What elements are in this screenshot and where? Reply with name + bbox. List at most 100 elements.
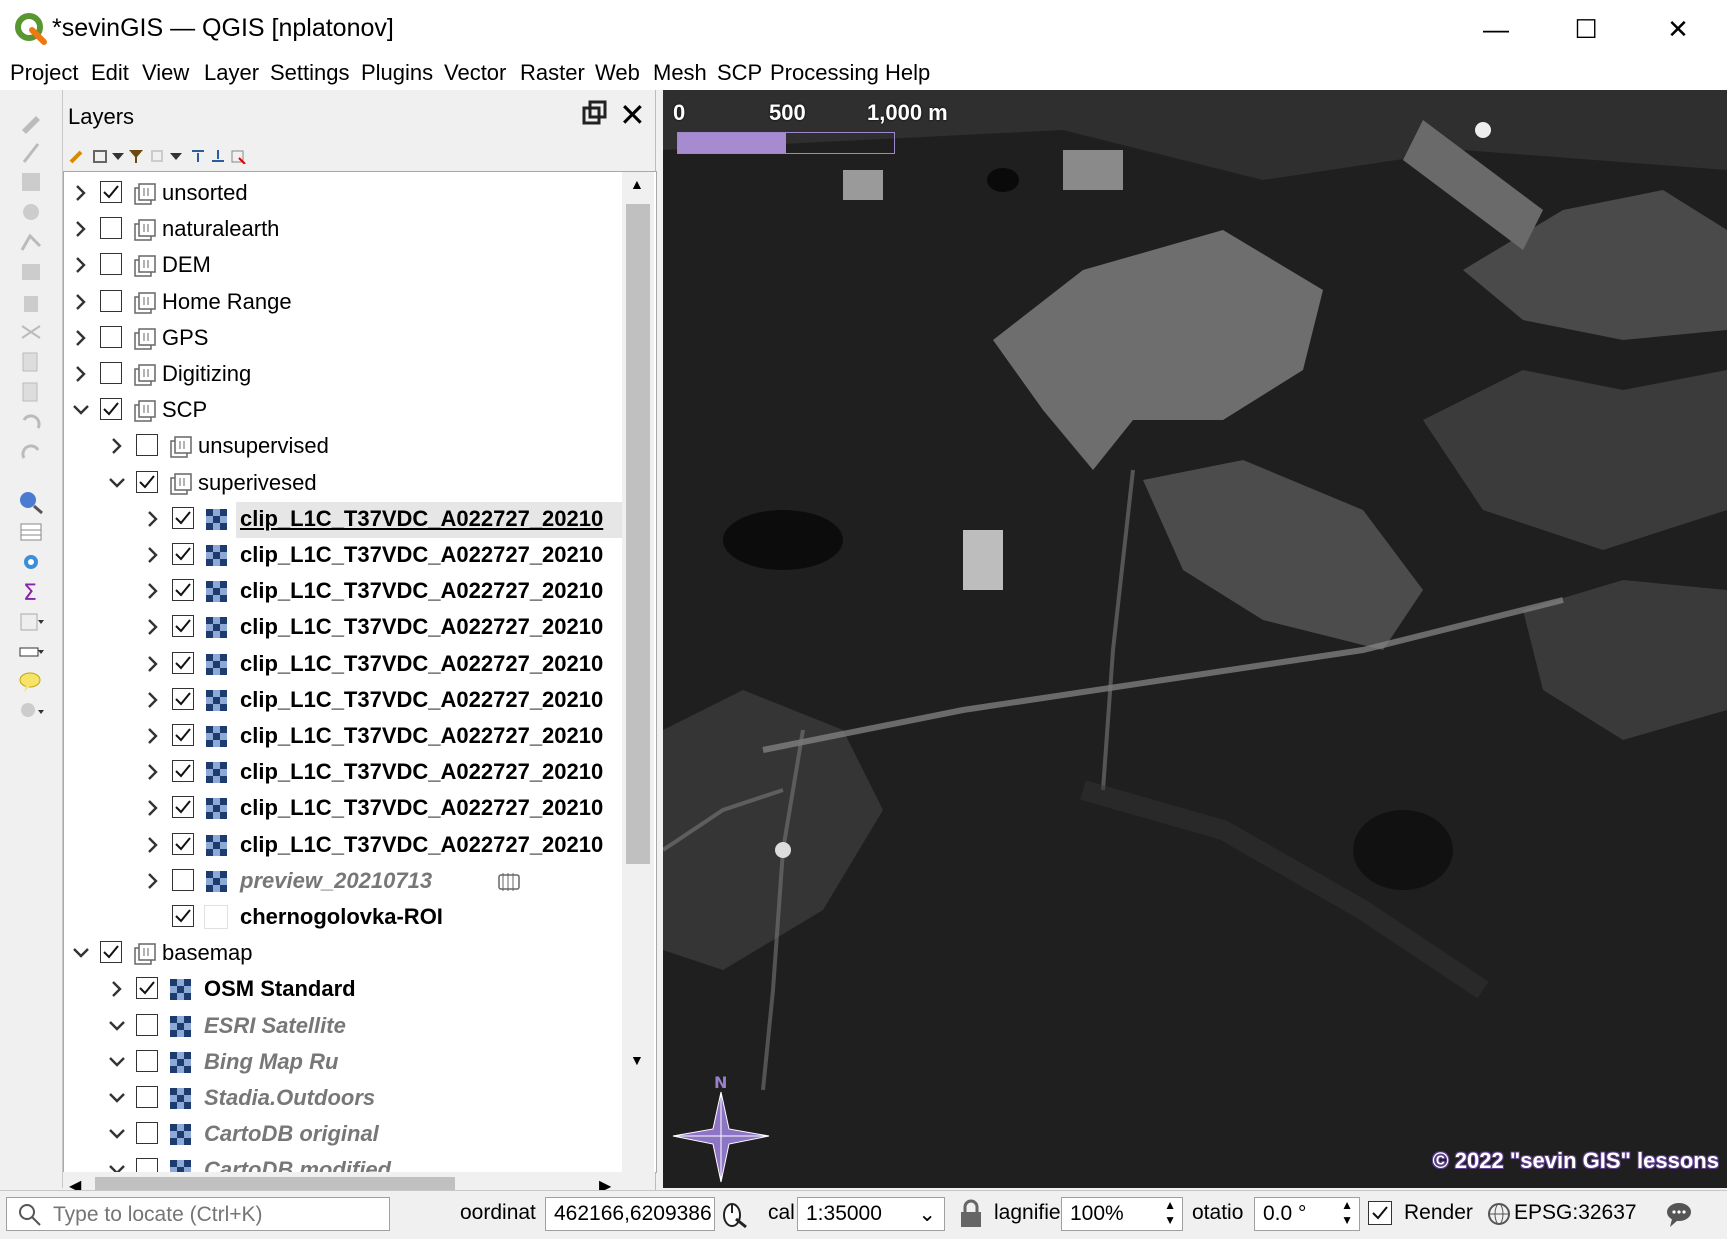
layer-visibility-checkbox[interactable]: [172, 868, 194, 891]
chevron-right-icon[interactable]: [70, 327, 92, 349]
layer-visibility-checkbox[interactable]: [136, 1049, 158, 1072]
layer-group-row[interactable]: naturalearth: [64, 212, 624, 248]
chevron-right-icon[interactable]: [106, 978, 128, 1000]
layer-visibility-checkbox[interactable]: [100, 398, 122, 421]
toggle-extents-mouse-icon[interactable]: [720, 1199, 750, 1229]
chevron-right-icon[interactable]: [106, 435, 128, 457]
layer-row[interactable]: clip_L1C_T37VDC_A022727_20210: [64, 574, 624, 610]
maximize-button[interactable]: ☐: [1540, 0, 1632, 58]
layer-row[interactable]: clip_L1C_T37VDC_A022727_20210: [64, 538, 624, 574]
table-tool-icon[interactable]: [18, 610, 44, 634]
settings-gear-icon[interactable]: [18, 550, 44, 574]
chevron-down-icon[interactable]: [70, 399, 92, 421]
dropdown-arrow-icon[interactable]: [167, 148, 185, 164]
layer-row[interactable]: CartoDB modified: [64, 1153, 624, 1172]
menu-help[interactable]: Help: [885, 60, 930, 86]
layer-group-row[interactable]: Home Range: [64, 285, 624, 321]
menu-mesh[interactable]: Mesh: [653, 60, 707, 86]
layer-visibility-checkbox[interactable]: [136, 1158, 158, 1172]
redo-icon[interactable]: [18, 440, 44, 464]
embedded-layer-icon[interactable]: [496, 871, 522, 893]
layer-row[interactable]: clip_L1C_T37VDC_A022727_20210: [64, 719, 624, 755]
layer-visibility-checkbox[interactable]: [172, 796, 194, 819]
chevron-right-icon[interactable]: [142, 797, 164, 819]
menu-scp[interactable]: SCP: [717, 60, 762, 86]
layer-row[interactable]: clip_L1C_T37VDC_A022727_20210: [64, 791, 624, 827]
scale-combobox[interactable]: 1:35000 ⌄: [797, 1197, 945, 1231]
map-tips-icon[interactable]: [18, 670, 44, 694]
measure-icon[interactable]: [18, 640, 44, 664]
chevron-right-icon[interactable]: [142, 580, 164, 602]
add-group-icon[interactable]: [91, 148, 109, 164]
chevron-right-icon[interactable]: [70, 182, 92, 204]
layer-visibility-checkbox[interactable]: [172, 579, 194, 602]
chevron-down-icon[interactable]: [106, 1051, 128, 1073]
style-brush-icon[interactable]: [69, 148, 87, 164]
dropdown-arrow-icon[interactable]: [109, 148, 127, 164]
layer-row[interactable]: CartoDB original: [64, 1117, 624, 1153]
spin-arrows-icon[interactable]: ▲ ▼: [1341, 1198, 1353, 1228]
modify-attributes-icon[interactable]: [18, 260, 44, 284]
collapse-all-icon[interactable]: [209, 148, 227, 164]
layer-visibility-checkbox[interactable]: [172, 905, 194, 927]
layer-visibility-checkbox[interactable]: [172, 506, 194, 529]
vertex-tool-icon[interactable]: [18, 230, 44, 254]
filter-icon[interactable]: [127, 148, 145, 164]
scrollbar-thumb[interactable]: [626, 204, 650, 864]
search-tool-icon[interactable]: [18, 700, 44, 724]
statistics-sigma-icon[interactable]: Σ: [18, 580, 44, 604]
chevron-down-icon[interactable]: [70, 942, 92, 964]
menu-view[interactable]: View: [142, 60, 189, 86]
chevron-right-icon[interactable]: [70, 363, 92, 385]
layer-visibility-checkbox[interactable]: [172, 543, 194, 565]
close-panel-icon[interactable]: ✕: [619, 96, 646, 134]
menu-edit[interactable]: Edit: [91, 60, 129, 86]
layer-visibility-checkbox[interactable]: [136, 977, 158, 1000]
layer-row[interactable]: chernogolovka-ROI: [64, 900, 624, 936]
layer-visibility-checkbox[interactable]: [172, 651, 194, 674]
crs-label[interactable]: EPSG:32637: [1514, 1201, 1637, 1225]
menu-processing[interactable]: Processing: [770, 60, 879, 86]
filter-legend-icon[interactable]: [149, 148, 167, 164]
layer-group-row[interactable]: DEM: [64, 248, 624, 284]
rotation-spinbox[interactable]: 0.0 ° ▲ ▼: [1254, 1197, 1360, 1231]
render-checkbox[interactable]: [1368, 1201, 1392, 1225]
globe-crs-icon[interactable]: [1486, 1201, 1512, 1227]
layer-visibility-checkbox[interactable]: [172, 832, 194, 855]
delete-icon[interactable]: [18, 290, 44, 314]
chevron-right-icon[interactable]: [142, 834, 164, 856]
layer-visibility-checkbox[interactable]: [136, 1013, 158, 1036]
map-canvas[interactable]: 0 500 1,000 m N © 2022 "sevin GIS" lesso…: [663, 90, 1727, 1188]
expand-all-icon[interactable]: [189, 148, 207, 164]
digitize-icon[interactable]: [18, 200, 44, 224]
layer-visibility-checkbox[interactable]: [100, 289, 122, 312]
menu-settings[interactable]: Settings: [270, 60, 350, 86]
chevron-right-icon[interactable]: [142, 761, 164, 783]
chevron-down-icon[interactable]: [106, 1087, 128, 1109]
layer-row[interactable]: clip_L1C_T37VDC_A022727_20210: [64, 828, 624, 864]
chevron-right-icon[interactable]: [142, 689, 164, 711]
layer-visibility-checkbox[interactable]: [100, 181, 122, 203]
layer-row[interactable]: clip_L1C_T37VDC_A022727_20210: [64, 683, 624, 719]
copy-icon[interactable]: [18, 350, 44, 374]
chevron-right-icon[interactable]: [70, 291, 92, 313]
chevron-down-icon[interactable]: [106, 1015, 128, 1037]
layer-visibility-checkbox[interactable]: [100, 941, 122, 964]
attribute-table-icon[interactable]: [18, 520, 44, 544]
close-button[interactable]: ✕: [1632, 0, 1724, 58]
menu-plugins[interactable]: Plugins: [361, 60, 433, 86]
layer-group-row[interactable]: unsorted: [64, 176, 624, 212]
cut-icon[interactable]: [18, 320, 44, 344]
identify-icon[interactable]: [18, 490, 44, 514]
layer-visibility-checkbox[interactable]: [136, 470, 158, 493]
chevron-right-icon[interactable]: [142, 870, 164, 892]
magnifier-spinbox[interactable]: 100% ▲ ▼: [1061, 1197, 1183, 1231]
menu-layer[interactable]: Layer: [204, 60, 259, 86]
vertical-scrollbar[interactable]: ▲ ▼: [622, 172, 654, 1172]
messages-icon[interactable]: [1664, 1199, 1694, 1229]
remove-layer-icon[interactable]: [229, 148, 247, 164]
menu-project[interactable]: Project: [10, 60, 78, 86]
layer-visibility-checkbox[interactable]: [172, 615, 194, 638]
layer-visibility-checkbox[interactable]: [136, 1122, 158, 1145]
layer-row[interactable]: clip_L1C_T37VDC_A022727_20210: [64, 755, 624, 791]
